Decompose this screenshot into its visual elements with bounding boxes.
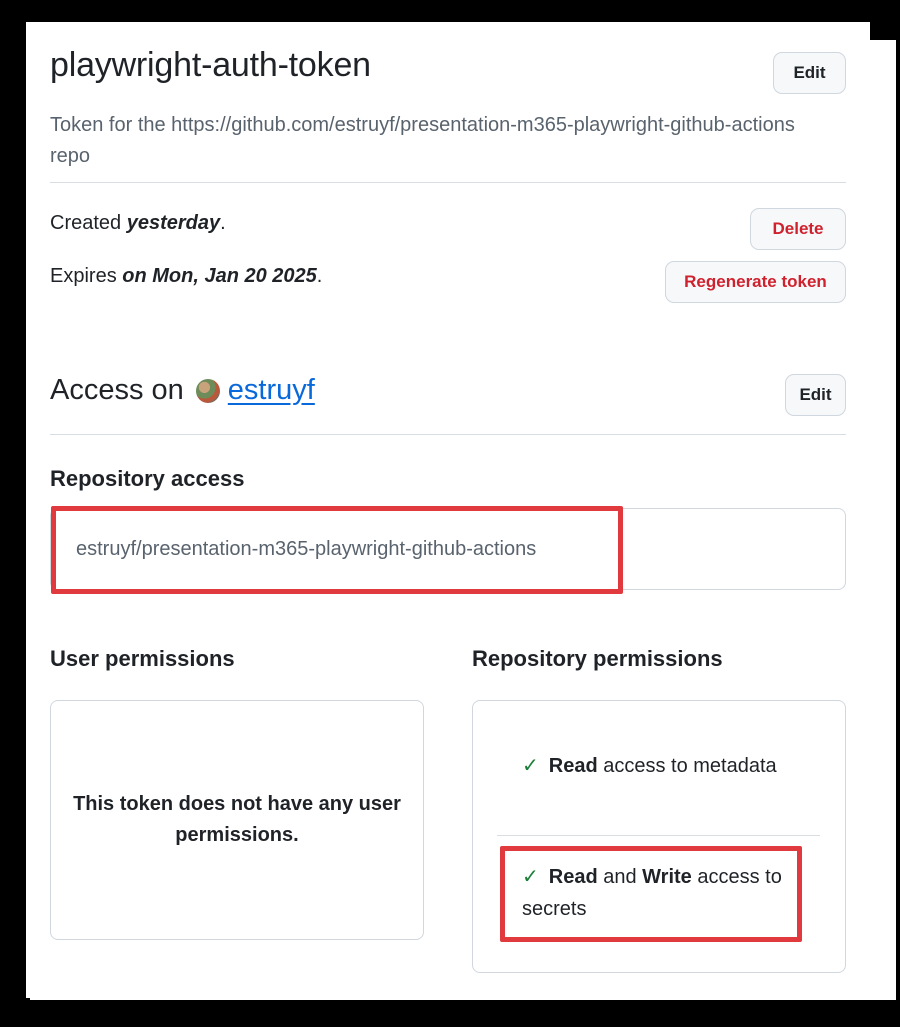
delete-button[interactable]: Delete bbox=[750, 208, 846, 250]
repository-permissions-heading: Repository permissions bbox=[472, 646, 723, 671]
user-permissions-heading: User permissions bbox=[50, 646, 235, 671]
no-user-permissions-message: This token does not have any user permis… bbox=[73, 793, 401, 846]
token-card: playwright-auth-token Edit Token for the… bbox=[30, 22, 870, 1000]
expires-info: Expires on Mon, Jan 20 2025. bbox=[50, 265, 322, 288]
regenerate-token-button[interactable]: Regenerate token bbox=[665, 261, 846, 303]
highlight-frame bbox=[51, 506, 623, 594]
highlight-frame bbox=[500, 846, 802, 942]
token-description: Token for the https://github.com/estruyf… bbox=[50, 114, 795, 167]
expires-prefix: Expires bbox=[50, 265, 123, 287]
divider bbox=[50, 182, 846, 183]
created-prefix: Created bbox=[50, 212, 127, 234]
token-name: playwright-auth-token bbox=[50, 46, 371, 84]
created-info: Created yesterday. bbox=[50, 212, 226, 235]
repository-access-heading: Repository access bbox=[50, 466, 245, 491]
edit-access-button[interactable]: Edit bbox=[785, 374, 846, 416]
permission-text: access to metadata bbox=[597, 755, 777, 777]
expires-suffix: . bbox=[316, 265, 323, 287]
owner-link[interactable]: estruyf bbox=[228, 374, 315, 407]
divider bbox=[497, 835, 820, 836]
permission-metadata: ✓ Read access to metadata bbox=[522, 750, 822, 782]
created-value: yesterday bbox=[126, 212, 221, 234]
check-icon: ✓ bbox=[522, 755, 539, 777]
expires-value: on Mon, Jan 20 2025 bbox=[122, 265, 317, 287]
access-prefix: Access on bbox=[50, 374, 184, 406]
permission-level: Read bbox=[548, 755, 598, 777]
created-suffix: . bbox=[220, 212, 226, 234]
edit-token-button[interactable]: Edit bbox=[773, 52, 846, 94]
avatar-icon bbox=[195, 378, 220, 403]
access-heading: Access on estruyf bbox=[50, 374, 315, 407]
divider bbox=[50, 434, 846, 435]
